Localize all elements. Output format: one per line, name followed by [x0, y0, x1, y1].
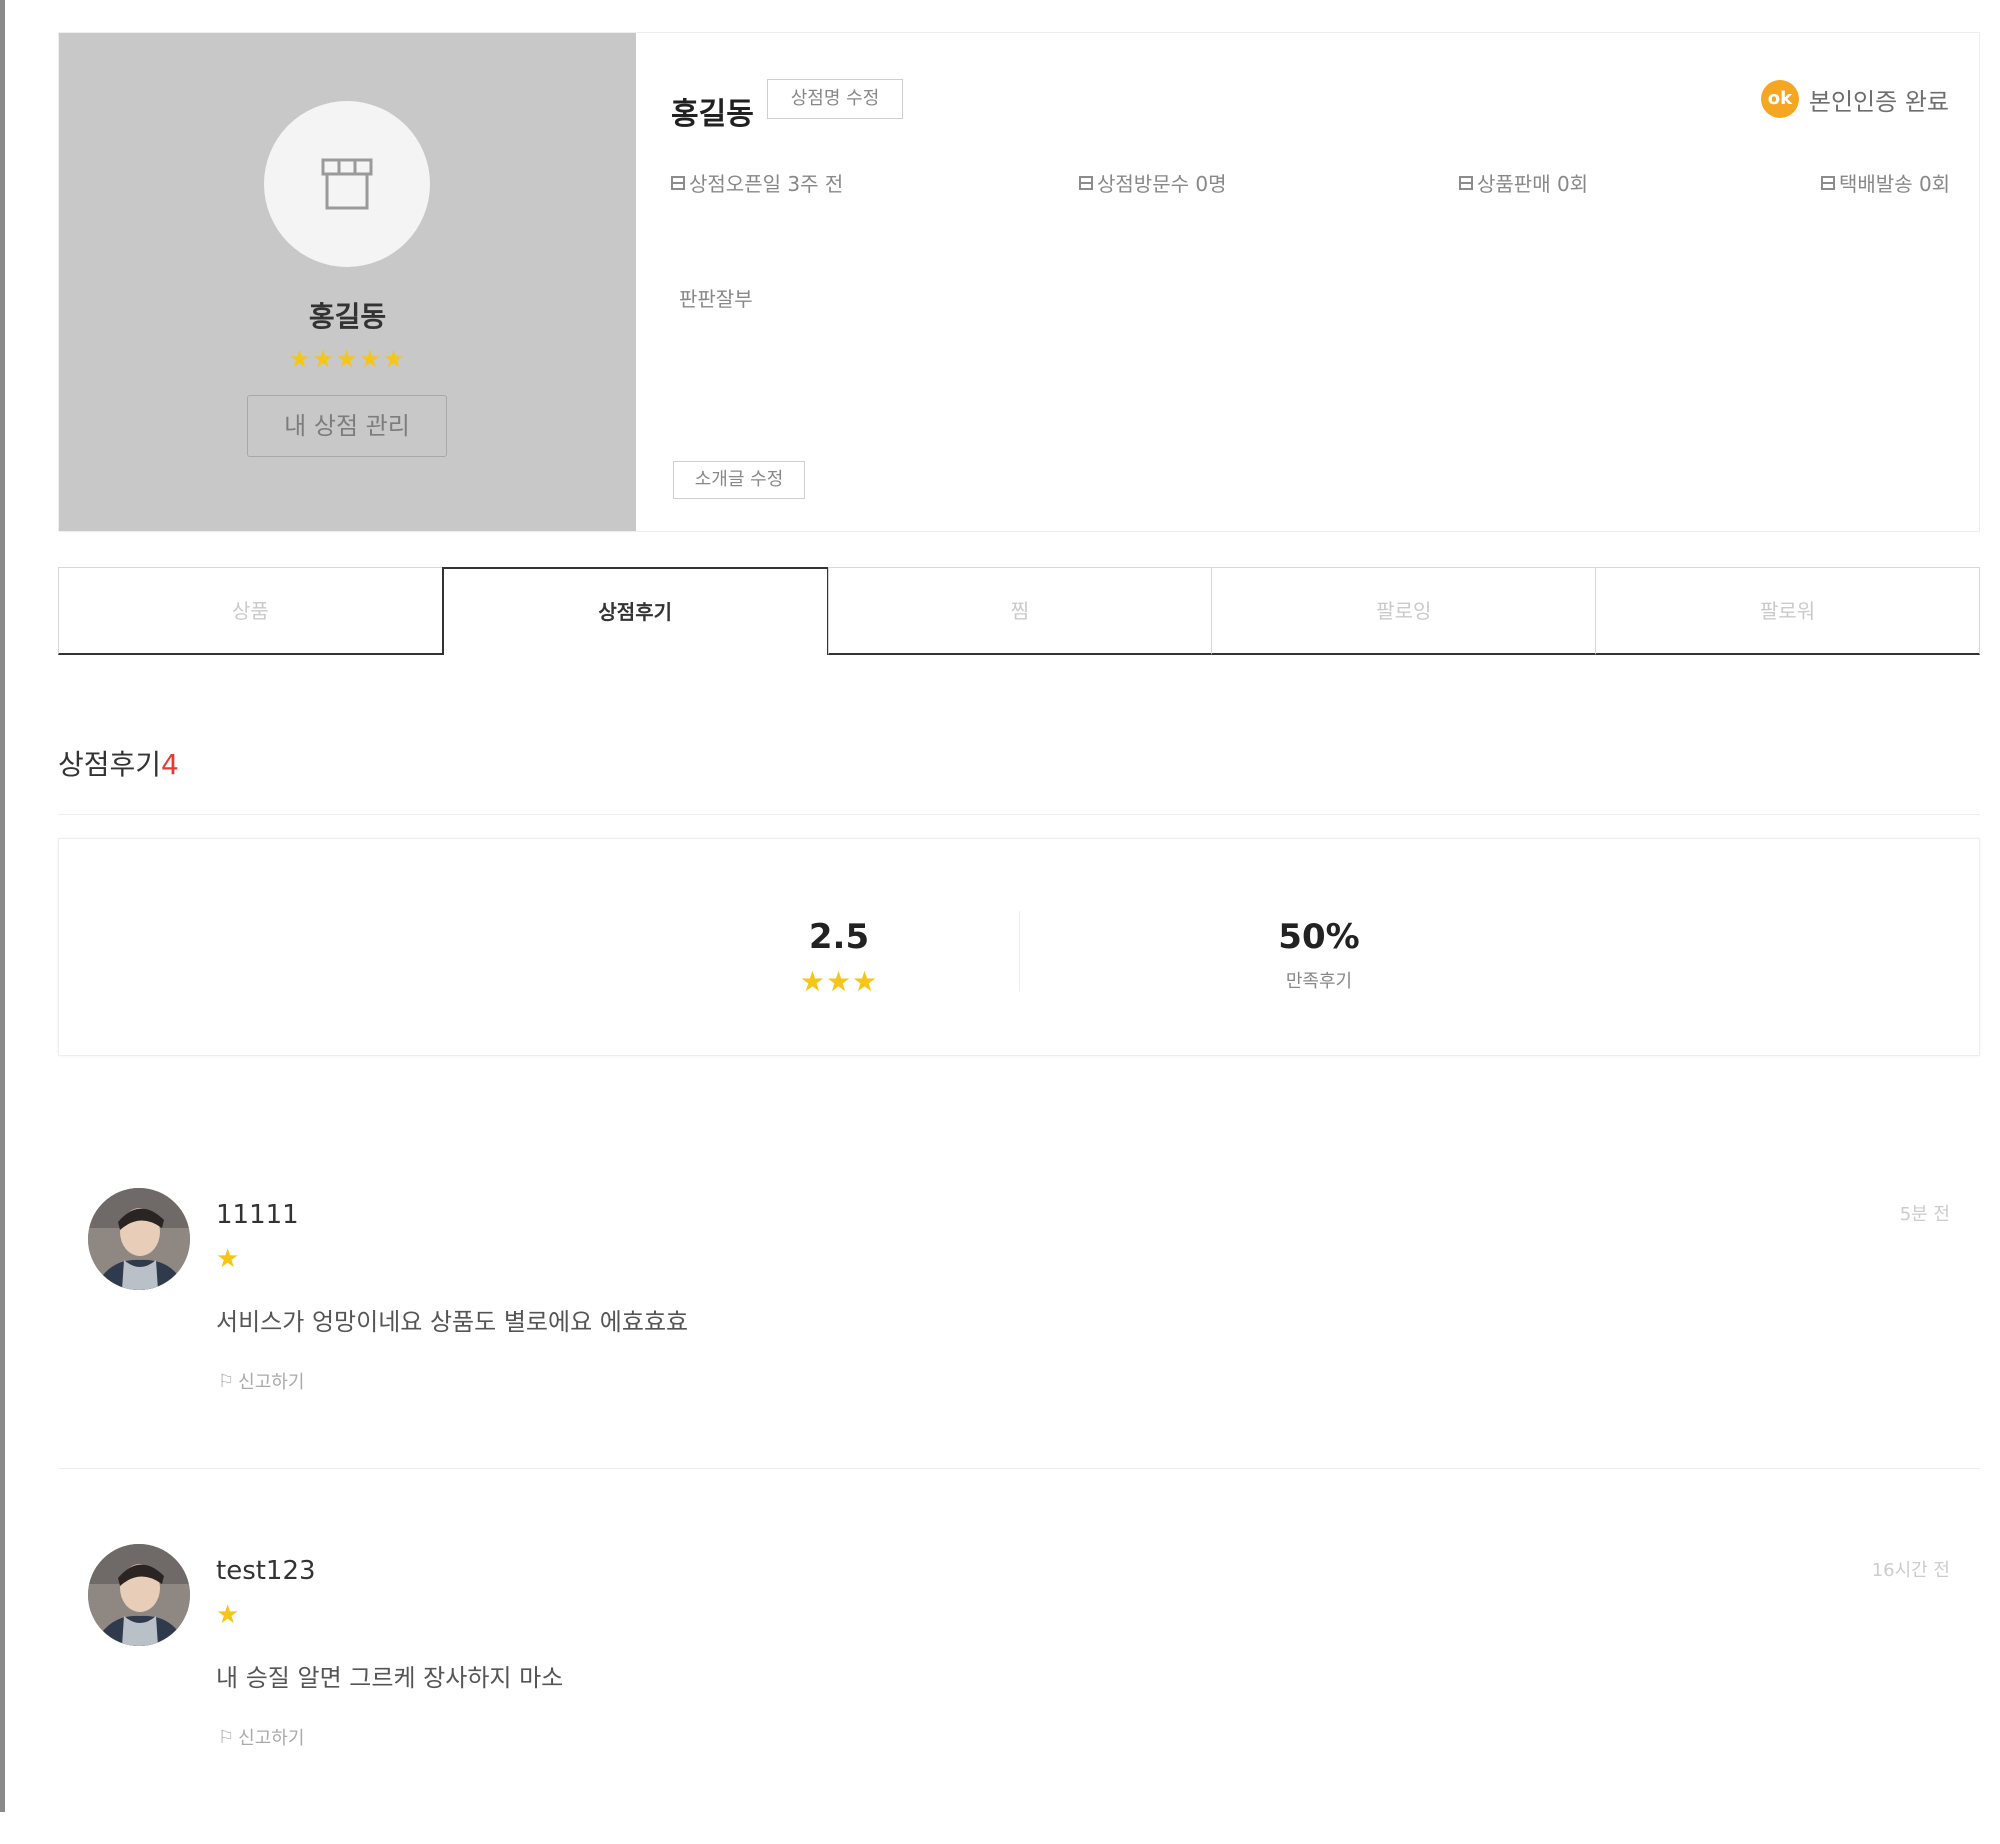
- calendar-icon: [671, 175, 685, 190]
- review-time: 5분 전: [1899, 1204, 1950, 1225]
- average-stars: ★★★: [799, 965, 879, 998]
- review-stars: ★: [216, 1244, 240, 1274]
- stat-delivery: 택배발송 0회: [1821, 168, 1950, 197]
- review-stars: ★: [216, 1600, 240, 1630]
- verified-icon: ok: [1760, 80, 1799, 118]
- review-username[interactable]: test123: [216, 1556, 316, 1586]
- review-item: test123 16시간 전 ★ 내 승질 알면 그르케 장사하지 마소 ⚐ 신…: [58, 1544, 1980, 1844]
- report-label: 신고하기: [238, 1372, 305, 1393]
- stat-open-date: 상점오픈일 3주 전: [671, 168, 843, 197]
- review-time: 16시간 전: [1871, 1560, 1950, 1581]
- stat-label: 상점방문수 0명: [1097, 172, 1227, 196]
- user-photo-icon: [88, 1188, 190, 1290]
- reviews-title: 상점후기4: [58, 743, 179, 783]
- edit-intro-button[interactable]: 소개글 수정: [673, 461, 805, 499]
- divider: [58, 814, 1980, 815]
- edit-store-name-button[interactable]: 상점명 수정: [767, 79, 903, 119]
- store-icon: [321, 158, 373, 210]
- stat-sales: 상품판매 0회: [1459, 168, 1588, 197]
- profile-panel: 홍길동 ★★★★★ 내 상점 관리: [59, 33, 636, 531]
- left-border: [0, 0, 5, 1812]
- stat-label: 상품판매 0회: [1477, 172, 1589, 196]
- verified-label: 본인인증 완료: [1808, 87, 1949, 116]
- profile-name: 홍길동: [308, 300, 387, 333]
- tab-following[interactable]: 팔로잉: [1211, 567, 1597, 655]
- tab-followers[interactable]: 팔로워: [1595, 567, 1980, 655]
- profile-rating-stars: ★★★★★: [288, 345, 407, 373]
- average-rating: 2.5 ★★★: [719, 917, 959, 998]
- average-score: 2.5: [808, 917, 870, 957]
- divider: [58, 1468, 1980, 1469]
- delivery-icon: [1821, 175, 1835, 190]
- review-summary: 2.5 ★★★ 50% 만족후기: [58, 838, 1980, 1056]
- stat-label: 상점오픈일 3주 전: [689, 172, 844, 196]
- store-profile-card: 홍길동 ★★★★★ 내 상점 관리 홍길동 상점명 수정 ok 본인인증 완료 …: [58, 32, 1980, 532]
- store-avatar: [264, 101, 430, 267]
- tab-reviews[interactable]: 상점후기: [441, 567, 829, 655]
- report-link[interactable]: ⚐ 신고하기: [218, 1368, 304, 1394]
- reviews-title-label: 상점후기: [58, 748, 162, 781]
- verification-status: ok 본인인증 완료: [1760, 79, 1949, 119]
- review-text: 서비스가 엉망이네요 상품도 별로에요 에효효효: [216, 1308, 689, 1336]
- store-intro-text: 판판잘부: [679, 287, 753, 311]
- visitors-icon: [1079, 175, 1093, 190]
- report-label: 신고하기: [238, 1728, 305, 1749]
- avatar[interactable]: [88, 1188, 190, 1290]
- tab-likes[interactable]: 찜: [827, 567, 1213, 655]
- report-link[interactable]: ⚐ 신고하기: [218, 1724, 304, 1750]
- tab-products[interactable]: 상품: [58, 567, 443, 655]
- satisfaction-percent: 50%: [1278, 917, 1360, 957]
- review-text: 내 승질 알면 그르케 장사하지 마소: [216, 1664, 564, 1692]
- stat-label: 택배발송 0회: [1839, 172, 1951, 196]
- satisfaction-label: 만족후기: [1285, 971, 1353, 992]
- review-item: 11111 5분 전 ★ 서비스가 엉망이네요 상품도 별로에요 에효효효 ⚐ …: [58, 1188, 1980, 1488]
- summary-divider: [1019, 911, 1020, 991]
- user-photo-icon: [88, 1544, 190, 1646]
- flag-icon: ⚐: [218, 1726, 235, 1748]
- satisfaction-rate: 50% 만족후기: [1199, 917, 1439, 993]
- avatar[interactable]: [88, 1544, 190, 1646]
- stat-visitors: 상점방문수 0명: [1079, 168, 1226, 197]
- store-tabs: 상품 상점후기 찜 팔로잉 팔로워: [58, 567, 1980, 655]
- store-name: 홍길동: [671, 97, 754, 132]
- flag-icon: ⚐: [218, 1370, 235, 1392]
- review-username[interactable]: 11111: [216, 1200, 299, 1230]
- manage-store-button[interactable]: 내 상점 관리: [247, 395, 447, 457]
- reviews-count: 4: [161, 748, 179, 781]
- sales-icon: [1459, 175, 1473, 190]
